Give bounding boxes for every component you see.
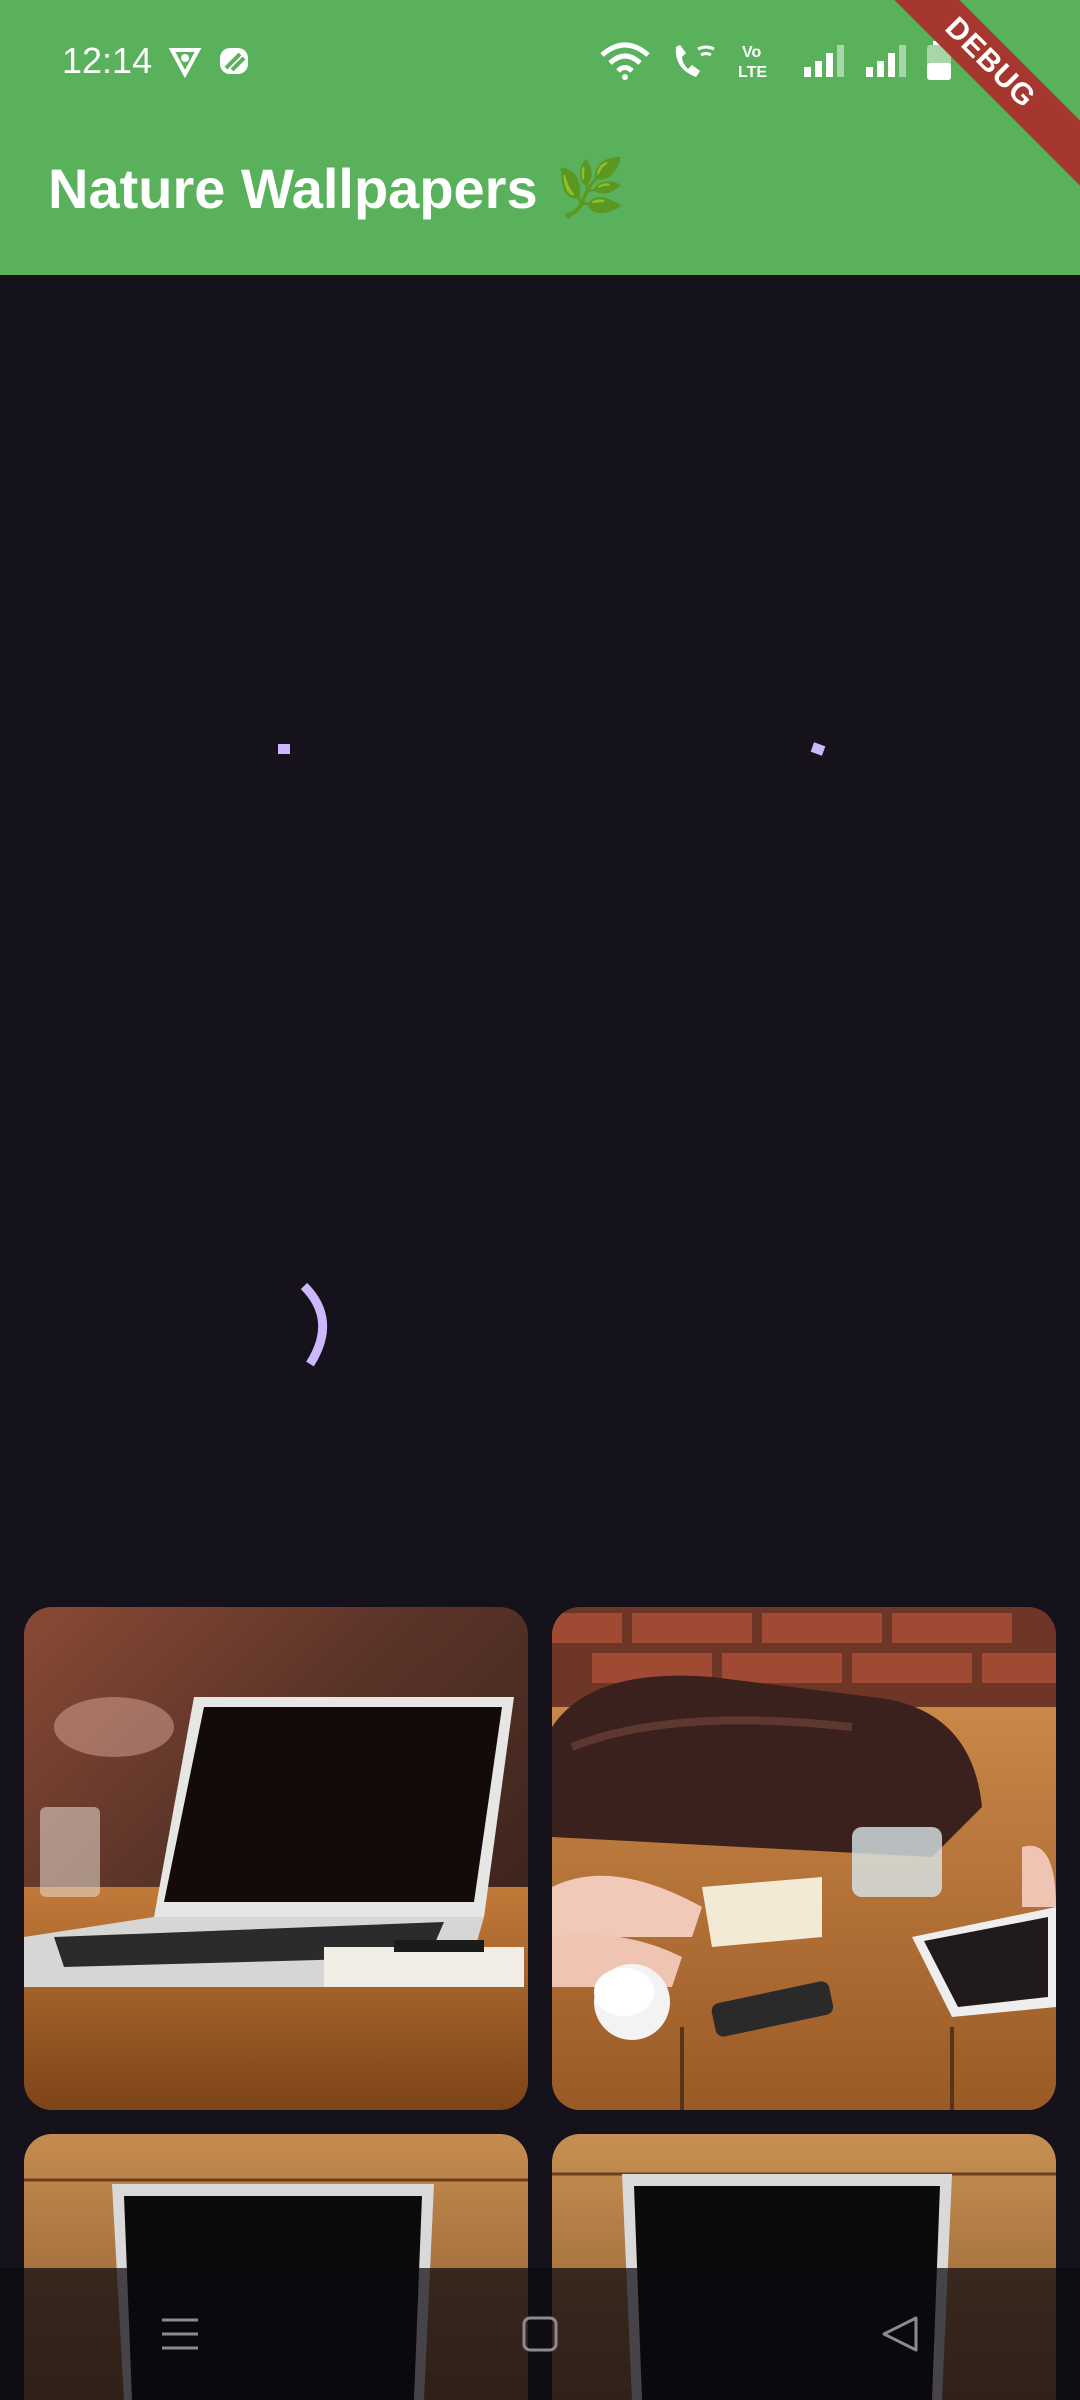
signal-icon xyxy=(803,45,844,77)
signal-icon xyxy=(865,45,906,77)
back-icon xyxy=(882,2316,918,2352)
loading-indicator xyxy=(810,742,826,756)
volte-icon: Vo LTE xyxy=(738,44,767,81)
app-bar: 12:14 Vo LTE Nature Wallpapers 🌿 DEBUG xyxy=(0,0,1080,275)
leaf-icon: 🌿 xyxy=(555,156,626,219)
app-notification-icon xyxy=(220,48,248,74)
vpn-shield-icon xyxy=(168,48,202,78)
svg-text:Vo: Vo xyxy=(742,44,761,61)
wallpaper-image xyxy=(552,1607,1056,2110)
menu-icon xyxy=(162,2318,198,2350)
loading-indicator xyxy=(300,1282,327,1367)
status-left-icons xyxy=(168,44,252,78)
title-text: Nature Wallpapers xyxy=(48,156,538,220)
wifi-icon xyxy=(600,42,650,80)
back-button[interactable] xyxy=(840,2284,960,2384)
home-button[interactable] xyxy=(480,2284,600,2384)
home-icon xyxy=(522,2316,558,2352)
wifi-call-icon xyxy=(675,45,715,77)
status-time: 12:14 xyxy=(62,40,153,81)
wallpaper-tile[interactable] xyxy=(24,1607,528,2110)
svg-text:LTE: LTE xyxy=(738,64,767,81)
page-title: Nature Wallpapers 🌿 xyxy=(48,155,625,221)
recent-apps-button[interactable] xyxy=(120,2284,240,2384)
wallpaper-tile[interactable] xyxy=(552,1607,1056,2110)
navigation-bar xyxy=(0,2268,1080,2400)
wallpaper-image xyxy=(24,1607,528,2110)
loading-indicator xyxy=(278,744,290,754)
